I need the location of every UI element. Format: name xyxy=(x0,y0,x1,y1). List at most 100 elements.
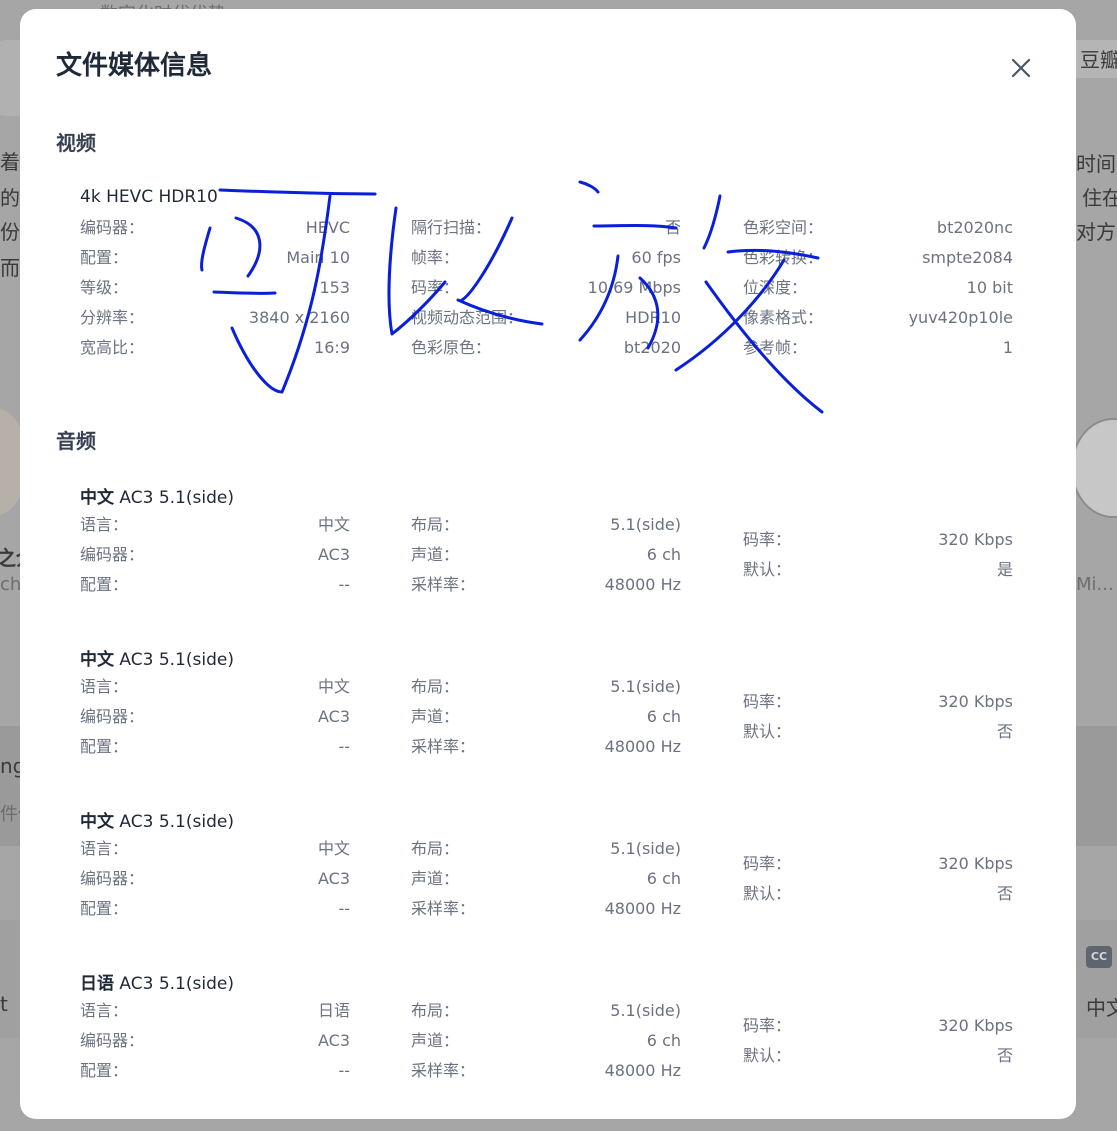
audio-field: 采样率： 48000 Hz xyxy=(411,570,681,600)
field-value: 是 xyxy=(996,560,1013,579)
field-label: 编码器： xyxy=(80,869,145,888)
field-label: 色彩空间： xyxy=(743,218,824,237)
field-value: 48000 Hz xyxy=(604,1061,681,1080)
audio-field: 编码器： AC3 xyxy=(80,1026,350,1056)
audio-field: 配置： -- xyxy=(80,732,350,762)
field-label: 采样率： xyxy=(411,899,476,918)
field-value: 5.1(side) xyxy=(610,839,681,858)
audio-track: 中文 AC3 5.1(side) 语言： 中文 编码器： AC3 配置： -- 布局：… xyxy=(80,807,1030,927)
video-section-label: 视频 xyxy=(56,131,96,155)
audio-track-format: AC3 5.1(side) xyxy=(114,488,234,508)
field-label: 像素格式： xyxy=(743,308,824,327)
field-label: 默认： xyxy=(743,884,792,903)
field-value: 320 Kbps xyxy=(938,692,1013,711)
field-value: 6 ch xyxy=(646,545,681,564)
video-field: 位深度： 10 bit xyxy=(743,273,1013,303)
field-value: 1 xyxy=(1002,338,1013,357)
field-value: -- xyxy=(338,1061,350,1080)
video-field: 色彩空间： bt2020nc xyxy=(743,213,1013,243)
field-label: 布局： xyxy=(411,515,460,534)
audio-field: 配置： -- xyxy=(80,1056,350,1086)
audio-field: 采样率： 48000 Hz xyxy=(411,732,681,762)
audio-field: 声道： 6 ch xyxy=(411,864,681,894)
field-label: 配置： xyxy=(80,248,129,267)
field-label: 声道： xyxy=(411,869,460,888)
audio-track-format: AC3 5.1(side) xyxy=(114,974,234,994)
field-label: 配置： xyxy=(80,737,129,756)
field-label: 默认： xyxy=(743,722,792,741)
field-label: 布局： xyxy=(411,839,460,858)
field-label: 配置： xyxy=(80,575,129,594)
field-label: 语言： xyxy=(80,677,129,696)
field-label: 编码器： xyxy=(80,218,145,237)
field-value: 否 xyxy=(996,884,1013,903)
audio-field: 布局： 5.1(side) xyxy=(411,996,681,1026)
background-snippet: 的 xyxy=(0,186,20,210)
field-label: 语言： xyxy=(80,1001,129,1020)
audio-track: 中文 AC3 5.1(side) 语言： 中文 编码器： AC3 配置： -- 布局：… xyxy=(80,483,1030,603)
field-value: -- xyxy=(338,575,350,594)
field-value: 16:9 xyxy=(314,338,350,357)
field-label: 码率： xyxy=(743,854,792,873)
audio-field: 语言： 中文 xyxy=(80,834,350,864)
field-label: 编码器： xyxy=(80,545,145,564)
video-field: 色彩原色： bt2020 xyxy=(411,333,681,363)
audio-field: 默认： 否 xyxy=(743,1041,1013,1071)
audio-track-language: 日语 xyxy=(80,974,114,994)
audio-track-format: AC3 5.1(side) xyxy=(114,812,234,832)
field-label: 参考帧： xyxy=(743,338,808,357)
field-value: AC3 xyxy=(317,869,350,888)
background-snippet: 住在 xyxy=(1082,186,1117,210)
audio-track-language: 中文 xyxy=(80,488,114,508)
video-field: 色彩转换： smpte2084 xyxy=(743,243,1013,273)
field-value: yuv420p10le xyxy=(908,308,1013,327)
audio-field: 默认： 否 xyxy=(743,717,1013,747)
field-label: 码率： xyxy=(743,1016,792,1035)
video-field: 等级： 153 xyxy=(80,273,350,303)
field-value: 5.1(side) xyxy=(610,515,681,534)
field-value: 否 xyxy=(996,722,1013,741)
video-field: 参考帧： 1 xyxy=(743,333,1013,363)
field-label: 语言： xyxy=(80,515,129,534)
field-label: 色彩原色： xyxy=(411,338,492,357)
close-icon[interactable] xyxy=(1004,51,1038,85)
field-value: 6 ch xyxy=(646,707,681,726)
field-value: bt2020nc xyxy=(936,218,1013,237)
field-label: 宽高比： xyxy=(80,338,145,357)
audio-field: 声道： 6 ch xyxy=(411,540,681,570)
audio-track-language: 中文 xyxy=(80,812,114,832)
audio-field: 采样率： 48000 Hz xyxy=(411,1056,681,1086)
field-label: 声道： xyxy=(411,1031,460,1050)
field-label: 默认： xyxy=(743,560,792,579)
background-snippet: 对方的 xyxy=(1076,220,1117,244)
field-label: 码率： xyxy=(743,530,792,549)
video-field: 码率： 10.69 Mbps xyxy=(411,273,681,303)
audio-field: 声道： 6 ch xyxy=(411,702,681,732)
field-value: 6 ch xyxy=(646,1031,681,1050)
background-snippet: 份 xyxy=(0,220,20,244)
field-label: 码率： xyxy=(411,278,460,297)
video-track: 4k HEVC HDR10 编码器： HEVC 配置： Main 10 等级： 153… xyxy=(80,187,1030,367)
field-label: 布局： xyxy=(411,677,460,696)
background-snippet: 中文 xyxy=(1086,996,1117,1020)
audio-track-title: 中文 AC3 5.1(side) xyxy=(80,483,234,508)
field-label: 视频动态范围： xyxy=(411,308,524,327)
field-value: 5.1(side) xyxy=(610,677,681,696)
audio-track-format: AC3 5.1(side) xyxy=(114,650,234,670)
video-field: 帧率： 60 fps xyxy=(411,243,681,273)
background-douban-text: 豆瓣 xyxy=(1080,48,1117,72)
field-label: 声道： xyxy=(411,545,460,564)
field-value: 否 xyxy=(996,1046,1013,1065)
video-field: 配置： Main 10 xyxy=(80,243,350,273)
field-label: 采样率： xyxy=(411,1061,476,1080)
audio-field: 语言： 中文 xyxy=(80,510,350,540)
audio-field: 配置： -- xyxy=(80,894,350,924)
field-value: AC3 xyxy=(317,707,350,726)
audio-track: 中文 AC3 5.1(side) 语言： 中文 编码器： AC3 配置： -- 布局：… xyxy=(80,645,1030,765)
field-value: 10.69 Mbps xyxy=(587,278,681,297)
field-value: AC3 xyxy=(317,1031,350,1050)
cc-icon: CC xyxy=(1086,946,1112,968)
background-snippet: 而 xyxy=(0,256,20,280)
background-snippet: 着 xyxy=(0,150,20,174)
audio-field: 编码器： AC3 xyxy=(80,702,350,732)
